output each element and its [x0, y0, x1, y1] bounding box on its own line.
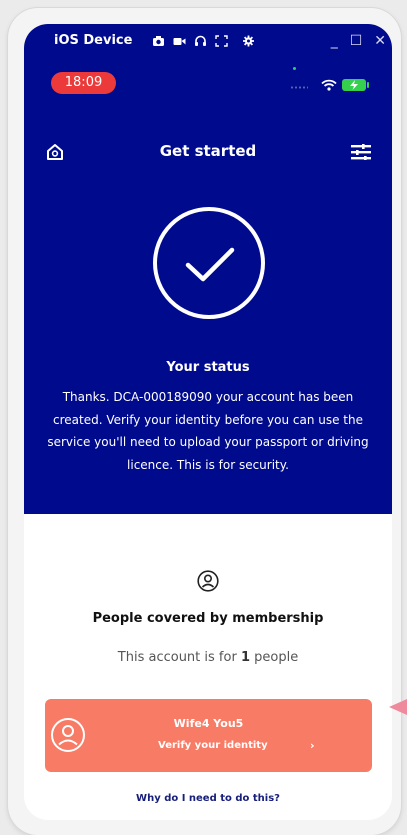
page-title: Get started [159, 142, 257, 160]
headphones-icon[interactable] [194, 35, 207, 47]
settings-icon[interactable] [242, 35, 255, 47]
why-verify-link[interactable]: Why do I need to do this? [24, 793, 392, 804]
verify-identity-label: Verify your identity [158, 740, 268, 751]
pointer-arrow [389, 699, 407, 715]
status-title: Your status [166, 360, 250, 375]
person-icon [197, 570, 219, 592]
battery-icon [342, 79, 369, 91]
verify-identity-card[interactable]: Wife4 You5 Verify your identity › [45, 699, 372, 772]
people-count: 1 [240, 650, 250, 665]
camera-indicator [293, 67, 296, 70]
maximize-button[interactable]: ☐ [350, 33, 363, 49]
emulator-title-bar: iOS Device _ ☐ ✕ [24, 24, 392, 60]
camera-icon[interactable] [152, 35, 165, 47]
status-panel: iOS Device _ ☐ ✕ 18:09 Get started Your … [24, 24, 392, 514]
signal-icon [290, 86, 308, 89]
wifi-icon [321, 79, 337, 91]
menu-icon[interactable] [351, 144, 371, 160]
status-message: Thanks. DCA-000189090 your account has b… [47, 390, 369, 472]
membership-title: People covered by membership [92, 611, 324, 626]
video-icon[interactable] [173, 35, 186, 47]
account-prefix: This account is for [117, 650, 237, 665]
fullscreen-icon[interactable] [215, 35, 228, 47]
window-controls: _ ☐ ✕ [331, 33, 386, 49]
status-bar-time: 18:09 [51, 72, 116, 94]
member-name: Wife4 You5 [173, 717, 244, 730]
minimize-button[interactable]: _ [331, 33, 338, 49]
check-circle-icon [153, 207, 265, 319]
emulator-toolbar [152, 35, 255, 47]
chevron-right-icon: › [310, 739, 315, 752]
close-button[interactable]: ✕ [374, 33, 386, 49]
phone-screen: iOS Device _ ☐ ✕ 18:09 Get started Your … [24, 24, 392, 820]
account-suffix: people [254, 650, 299, 665]
emulator-title: iOS Device [54, 33, 133, 48]
account-people-count: This account is for 1 people [24, 650, 392, 665]
